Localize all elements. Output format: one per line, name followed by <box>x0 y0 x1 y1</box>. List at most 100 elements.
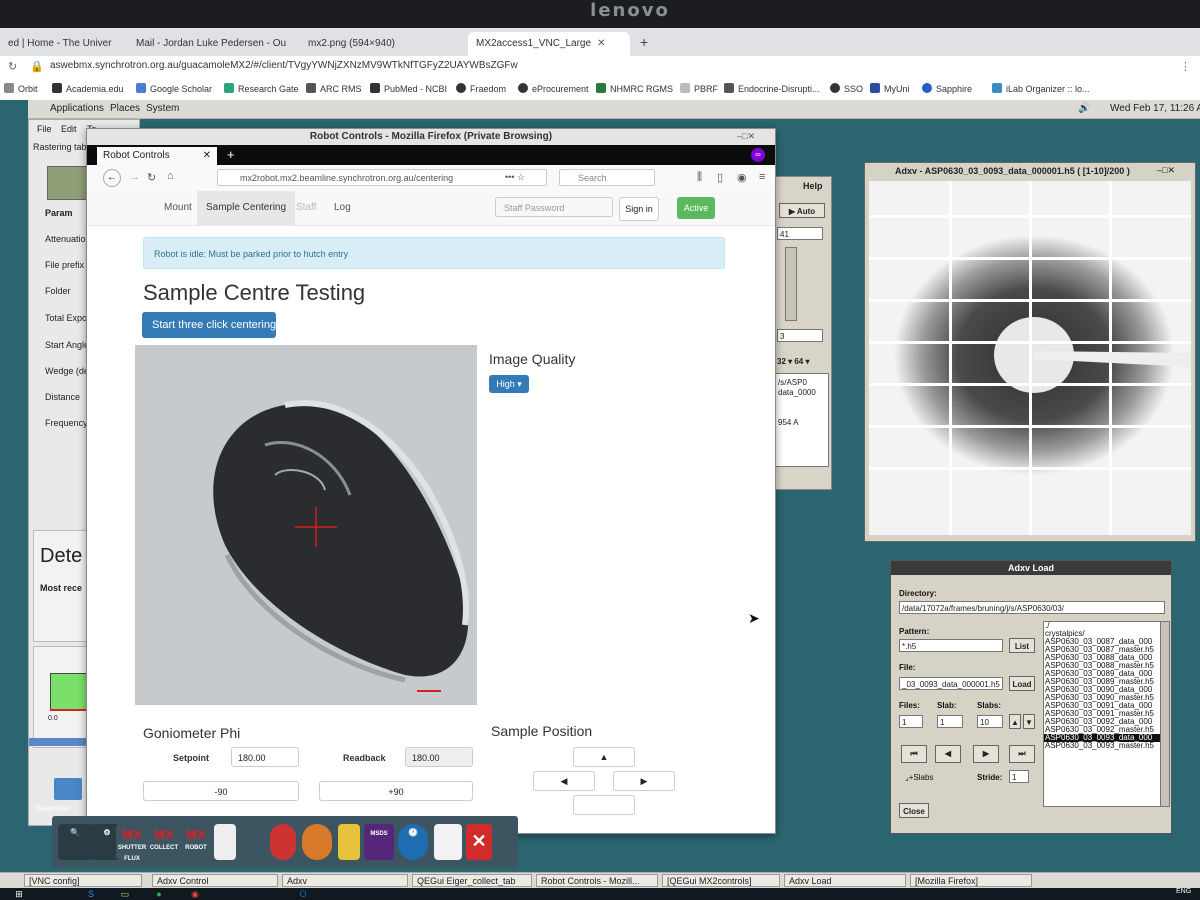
diffraction-image[interactable] <box>869 181 1191 535</box>
new-tab-icon[interactable]: + <box>640 34 648 50</box>
task-item[interactable]: Adxv Load <box>784 874 906 887</box>
browser-tab[interactable]: mx2.png (594×940) <box>300 32 460 56</box>
contrast-field[interactable]: 41 <box>777 227 823 240</box>
new-tab-icon[interactable]: + <box>227 147 235 162</box>
firefox-tab[interactable]: Robot Controls ✕ <box>97 147 217 165</box>
bookmark-item[interactable]: Endocrine-Disrupti... <box>724 83 820 94</box>
bookmark-item[interactable]: NHMRC RGMS <box>596 83 673 94</box>
rocket-icon[interactable] <box>270 824 296 860</box>
chrome-icon[interactable]: ◉ <box>188 888 202 900</box>
reload-icon[interactable]: ↻ <box>147 171 156 184</box>
task-item[interactable]: Adxv Control <box>152 874 278 887</box>
stride-field[interactable]: 1 <box>1009 770 1029 783</box>
nav-mount[interactable]: Mount <box>155 191 201 225</box>
file-list[interactable]: ./crystalpics/ASP0630_03_0087_data_000 AS… <box>1043 621 1161 807</box>
depth-select[interactable]: 32 ▾ 64 ▾ <box>777 357 810 366</box>
close-app-icon[interactable]: ✕ <box>466 824 492 860</box>
nav-staff[interactable]: Staff <box>287 191 325 225</box>
browser-tab[interactable]: ed | Home - The University <box>0 32 112 56</box>
menu-system[interactable]: System <box>146 103 179 114</box>
file-explorer-icon[interactable]: ▭ <box>118 888 132 900</box>
library-icon[interactable]: ⫼ <box>697 171 702 184</box>
menu-applications[interactable]: Applications <box>50 103 104 114</box>
help-menu[interactable]: Help <box>803 181 823 191</box>
bookmark-item[interactable]: Sapphire <box>922 83 972 94</box>
firefox-search-input[interactable]: Search <box>559 169 655 186</box>
start-centering-button[interactable]: Start three click centering <box>142 312 276 338</box>
msds-launcher[interactable]: MSDS <box>364 824 394 860</box>
hamburger-menu-icon[interactable]: ≡ <box>759 171 765 183</box>
slab-field[interactable]: 1 <box>937 715 963 728</box>
page-actions-icon[interactable]: ••• ☆ <box>505 172 525 183</box>
bookmark-item[interactable]: Fraedom <box>456 83 506 94</box>
bookmark-item[interactable]: MyUni <box>870 83 910 94</box>
file-list-scrollbar[interactable] <box>1160 621 1170 807</box>
bookmark-item[interactable]: SSO <box>830 83 863 94</box>
window-controls[interactable]: –□✕ <box>737 131 755 142</box>
task-item[interactable]: Robot Controls - Mozill... <box>536 874 658 887</box>
move-down-button[interactable] <box>573 795 635 815</box>
files-field[interactable]: 1 <box>899 715 923 728</box>
task-item[interactable]: Adxv <box>282 874 408 887</box>
last-frame-icon[interactable]: ⏭ <box>1009 745 1035 763</box>
first-frame-icon[interactable]: ⏮ <box>901 745 927 763</box>
url-input[interactable]: aswebmx.synchrotron.org.au/guacamoleMX2/… <box>50 60 518 71</box>
slabs-down-arrow-icon[interactable]: ▼ <box>1023 714 1035 729</box>
phi-minus-90-button[interactable]: -90 <box>143 781 299 801</box>
account-icon[interactable]: ◉ <box>737 171 747 184</box>
close-icon[interactable]: ✕ <box>597 38 605 49</box>
language-indicator[interactable]: ENG <box>1176 888 1191 895</box>
bookmark-item[interactable]: PubMed - NCBI <box>370 83 447 94</box>
staff-password-input[interactable]: Staff Password <box>495 197 613 217</box>
auto-button[interactable]: ▶ Auto <box>779 203 825 218</box>
bookmark-item[interactable]: Academia.edu <box>52 83 124 94</box>
nav-sample-centering[interactable]: Sample Centering <box>197 191 296 225</box>
back-icon[interactable]: ← <box>103 169 121 187</box>
active-status-button[interactable]: Active <box>677 197 715 219</box>
phi-plus-90-button[interactable]: +90 <box>319 781 473 801</box>
slabs-up-arrow-icon[interactable]: ▲ <box>1009 714 1021 729</box>
bookmark-item[interactable]: Google Scholar <box>136 83 212 94</box>
spotify-icon[interactable]: ● <box>152 888 166 900</box>
firefox-url-input[interactable]: mx2robot.mx2.beamline.synchrotron.org.au… <box>217 169 547 186</box>
volume-icon[interactable]: 🔊 <box>1078 103 1090 114</box>
pattern-field[interactable]: *.h5 <box>899 639 1003 652</box>
collect-launcher[interactable]: MX COLLECT <box>148 824 180 860</box>
move-left-button[interactable]: ◀ <box>533 771 595 791</box>
close-icon[interactable]: ✕ <box>203 147 211 165</box>
window-controls[interactable]: –□✕ <box>1157 165 1175 176</box>
sidebar-icon[interactable]: ▯ <box>717 171 723 184</box>
menu-places[interactable]: Places <box>110 103 140 114</box>
menu-icon[interactable]: ⋮ <box>1180 60 1191 73</box>
slabs-field[interactable]: 10 <box>977 715 1003 728</box>
shutter-flux-launcher[interactable]: MX SHUTTER FLUX <box>116 824 148 862</box>
next-frame-icon[interactable]: ▶ <box>973 745 999 763</box>
help-icon[interactable] <box>338 824 360 860</box>
document-icon[interactable] <box>214 824 236 860</box>
load-button[interactable]: Load <box>1009 676 1035 691</box>
bookmark-item[interactable]: eProcurement <box>518 83 589 94</box>
reload-icon[interactable]: ↻ <box>8 60 17 73</box>
robot-launcher[interactable]: MX ROBOT <box>180 824 212 860</box>
home-icon[interactable]: ⌂ <box>167 170 174 182</box>
tab-rastering[interactable]: Rastering tab <box>33 142 87 152</box>
task-item[interactable]: [VNC config] <box>24 874 142 887</box>
magnifier-icon[interactable]: 🔍 <box>58 824 92 860</box>
file-list-item[interactable]: ASP0630_03_0093_master.h5 <box>1044 742 1160 750</box>
file-field[interactable]: _03_0093_data_000001.h5 <box>899 677 1003 690</box>
task-item[interactable]: [Mozilla Firefox] <box>910 874 1032 887</box>
folder-icon[interactable] <box>54 778 82 800</box>
setpoint-input[interactable]: 180.00 <box>231 747 299 767</box>
image-quality-dropdown[interactable]: High ▾ <box>489 375 529 393</box>
survey-icon[interactable] <box>434 824 462 860</box>
directory-field[interactable]: /data/17072a/frames/bruning/j/s/ASP0630/… <box>899 601 1165 614</box>
bookmark-item[interactable]: ARC RMS <box>306 83 362 94</box>
clock-icon[interactable]: 🕐 <box>398 824 428 860</box>
menu-edit[interactable]: Edit <box>61 124 77 134</box>
skype-icon[interactable]: S <box>84 888 98 900</box>
badge-icon[interactable] <box>302 824 332 860</box>
bookmark-item[interactable]: Orbit <box>4 83 38 94</box>
move-right-button[interactable]: ▶ <box>613 771 675 791</box>
browser-tab-active[interactable]: MX2access1_VNC_Large ✕ <box>468 32 630 56</box>
task-item[interactable]: [QEGui MX2controls] <box>662 874 780 887</box>
